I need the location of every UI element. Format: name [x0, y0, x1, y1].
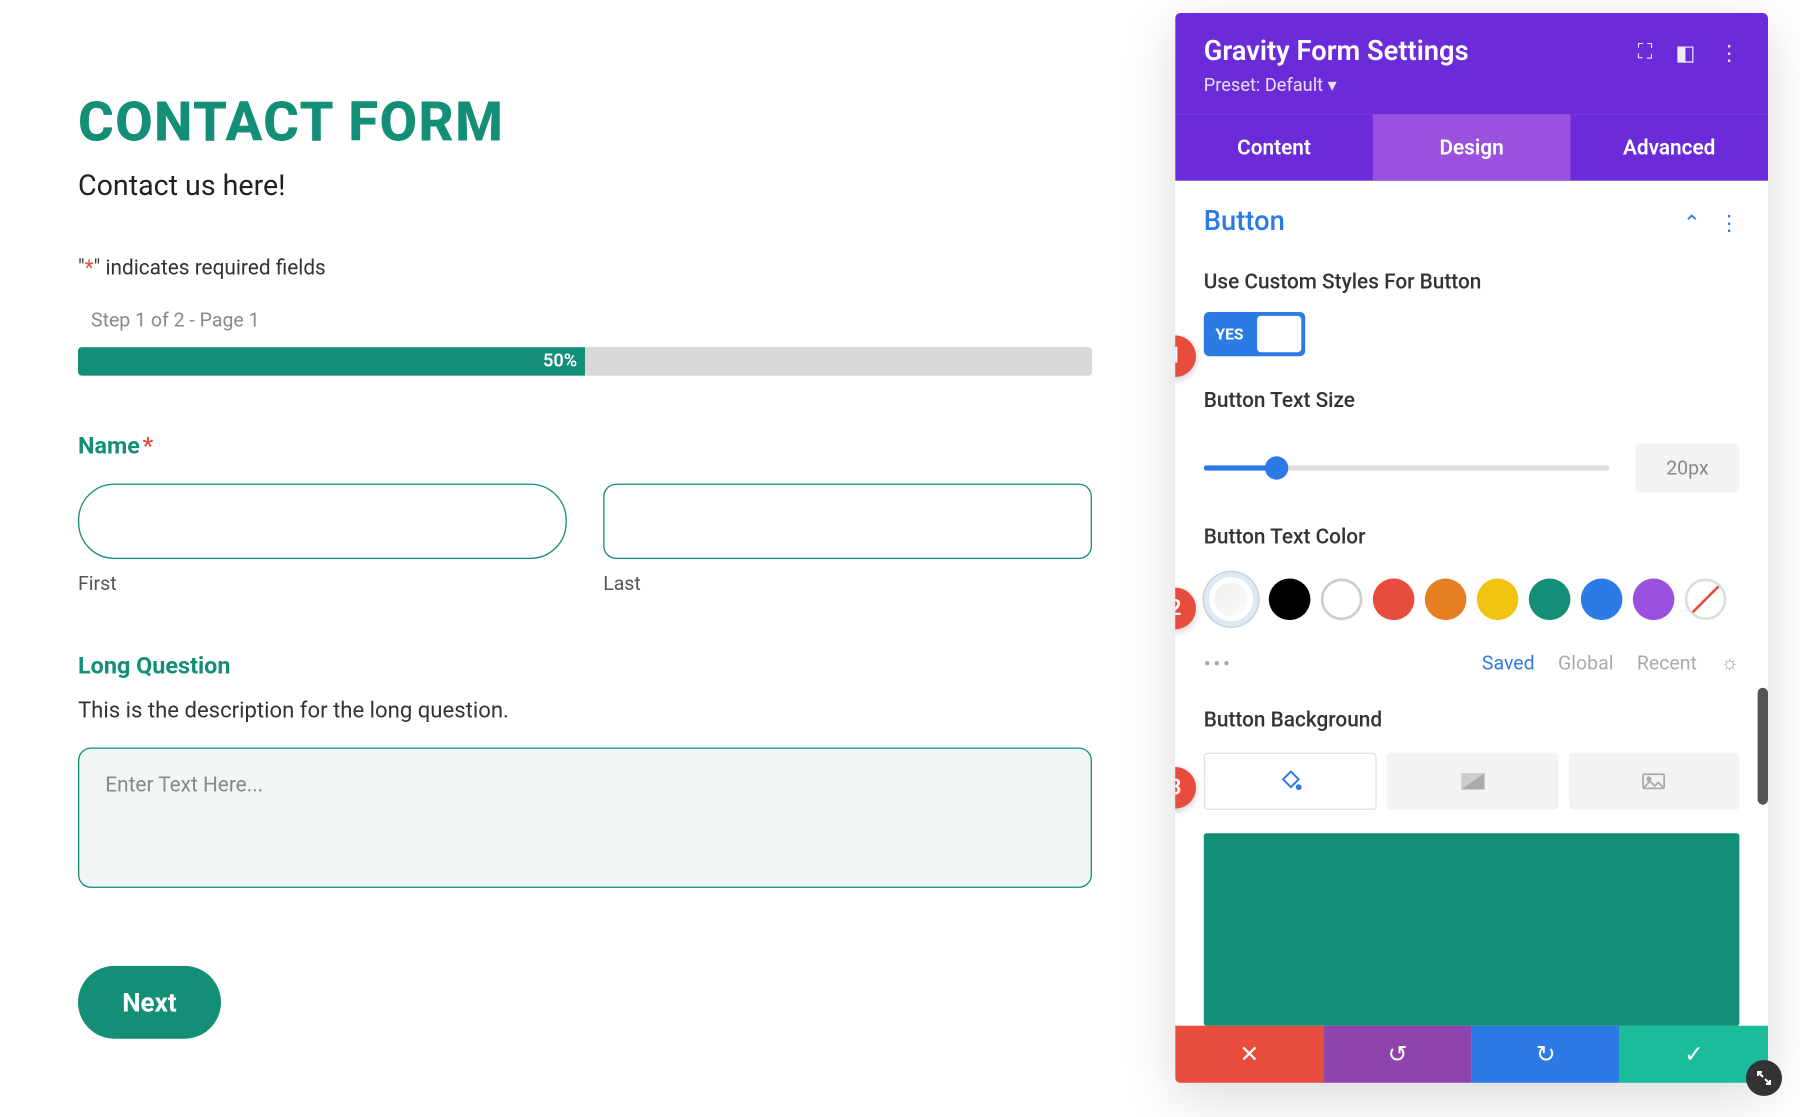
undo-button[interactable]: ↺	[1323, 1026, 1471, 1083]
menu-icon[interactable]: ⋮	[1719, 40, 1740, 65]
form-subtitle: Contact us here!	[78, 170, 1092, 203]
bg-tab-color[interactable]	[1204, 753, 1377, 810]
expand-icon[interactable]: ⛶	[1638, 39, 1653, 65]
progress-fill: 50%	[78, 347, 585, 376]
image-icon	[1642, 772, 1665, 790]
panel-title: Gravity Form Settings	[1204, 36, 1469, 67]
progress-bar: 50%	[78, 347, 1092, 376]
tab-design[interactable]: Design	[1373, 114, 1571, 180]
form-preview: CONTACT FORM Contact us here! "*" indica…	[0, 0, 1170, 1117]
panel-tabs: Content Design Advanced	[1175, 114, 1768, 180]
text-size-slider[interactable]	[1204, 465, 1610, 470]
option-bg-label: Button Background	[1204, 707, 1740, 732]
tab-advanced[interactable]: Advanced	[1570, 114, 1768, 180]
color-swatch-3[interactable]	[1373, 579, 1415, 621]
first-name-input[interactable]	[78, 484, 567, 559]
color-tab-global[interactable]: Global	[1558, 651, 1613, 674]
paint-bucket-icon	[1279, 770, 1302, 793]
long-question-label: Long Question	[78, 653, 1092, 680]
color-swatch-6[interactable]	[1529, 579, 1571, 621]
panel-header: Gravity Form Settings ⛶ ◧ ⋮ Preset: Defa…	[1175, 13, 1768, 114]
tab-content[interactable]: Content	[1175, 114, 1373, 180]
color-swatch-7[interactable]	[1581, 579, 1623, 621]
next-button[interactable]: Next	[78, 966, 221, 1039]
bg-tab-image[interactable]	[1569, 753, 1740, 810]
preset-selector[interactable]: Preset: Default ▾	[1204, 75, 1740, 96]
gradient-icon	[1461, 772, 1484, 790]
option-custom-styles-label: Use Custom Styles For Button	[1204, 269, 1740, 294]
custom-styles-toggle[interactable]: YES	[1204, 312, 1305, 356]
bg-tab-gradient[interactable]	[1388, 753, 1559, 810]
scrollbar[interactable]	[1758, 688, 1768, 805]
color-swatch-0[interactable]	[1204, 572, 1259, 627]
color-swatch-1[interactable]	[1269, 579, 1311, 621]
section-menu-icon[interactable]: ⋮	[1719, 210, 1740, 235]
color-swatch-5[interactable]	[1477, 579, 1519, 621]
color-swatch-4[interactable]	[1425, 579, 1467, 621]
step-indicator: Step 1 of 2 - Page 1	[91, 308, 1092, 331]
first-name-sublabel: First	[78, 572, 567, 595]
more-colors-icon[interactable]: •••	[1204, 651, 1233, 676]
color-swatch-8[interactable]	[1633, 579, 1675, 621]
bg-color-preview[interactable]	[1204, 833, 1740, 1025]
slider-knob[interactable]	[1265, 456, 1288, 479]
color-swatch-9[interactable]	[1685, 579, 1727, 621]
color-swatch-2[interactable]	[1321, 579, 1363, 621]
form-title: CONTACT FORM	[78, 91, 1092, 155]
layout-icon[interactable]: ◧	[1676, 40, 1696, 65]
text-size-value[interactable]: 20px	[1635, 443, 1739, 492]
settings-panel: Gravity Form Settings ⛶ ◧ ⋮ Preset: Defa…	[1175, 13, 1768, 1083]
fullscreen-toggle[interactable]	[1746, 1060, 1782, 1096]
color-settings-icon[interactable]: ☼	[1720, 650, 1739, 676]
toggle-yes-label: YES	[1216, 325, 1244, 343]
redo-button[interactable]: ↻	[1472, 1026, 1620, 1083]
panel-footer: ✕ ↺ ↻ ✓	[1175, 1026, 1768, 1083]
section-title-button[interactable]: Button	[1204, 207, 1285, 238]
expand-arrows-icon	[1756, 1070, 1772, 1086]
color-tab-recent[interactable]: Recent	[1637, 651, 1697, 674]
last-name-sublabel: Last	[603, 572, 1092, 595]
name-field-label: Name*	[78, 433, 1092, 460]
required-fields-note: "*" indicates required fields	[78, 255, 1092, 280]
option-text-size-label: Button Text Size	[1204, 387, 1740, 412]
last-name-input[interactable]	[603, 484, 1092, 559]
option-text-color-label: Button Text Color	[1204, 524, 1740, 549]
collapse-icon[interactable]: ⌃	[1683, 210, 1700, 235]
long-question-textarea[interactable]	[78, 748, 1092, 888]
long-question-desc: This is the description for the long que…	[78, 698, 1092, 724]
toggle-knob	[1257, 316, 1301, 352]
close-button[interactable]: ✕	[1175, 1026, 1323, 1083]
color-swatch-row	[1204, 572, 1740, 627]
color-tab-saved[interactable]: Saved	[1482, 651, 1535, 674]
